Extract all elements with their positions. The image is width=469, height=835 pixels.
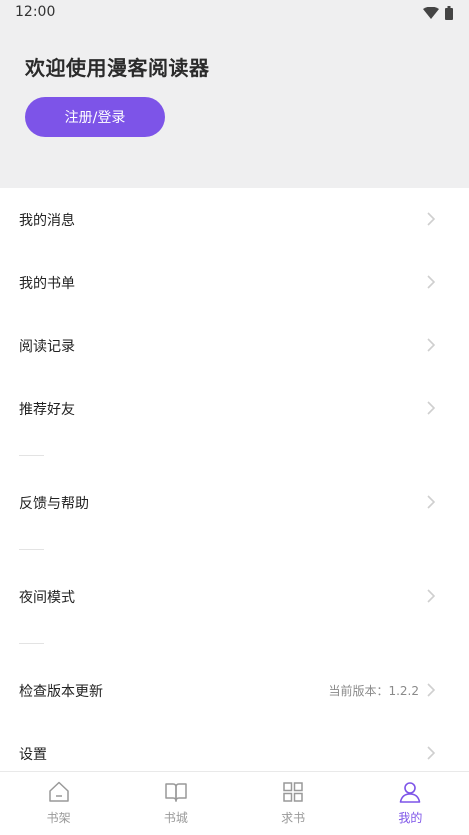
menu-item-recommend-friends[interactable]: 推荐好友 <box>0 377 469 440</box>
menu-item-messages[interactable]: 我的消息 <box>0 188 469 251</box>
divider <box>0 534 469 565</box>
menu-item-reading-history[interactable]: 阅读记录 <box>0 314 469 377</box>
chevron-right-icon <box>427 683 436 697</box>
chevron-right-icon <box>427 495 436 509</box>
tab-label: 求书 <box>281 811 306 825</box>
chevron-right-icon <box>427 338 436 352</box>
status-bar: 12:00 <box>0 0 469 26</box>
menu-item-label: 阅读记录 <box>19 338 75 355</box>
chevron-right-icon <box>427 589 436 603</box>
menu-item-label: 夜间模式 <box>19 589 75 606</box>
menu-item-label: 检查版本更新 <box>19 683 103 700</box>
register-login-button[interactable]: 注册/登录 <box>25 97 165 137</box>
tab-label: 我的 <box>398 811 423 825</box>
menu-item-label: 我的消息 <box>19 212 75 229</box>
profile-header: 欢迎使用漫客阅读器 注册/登录 <box>0 26 469 188</box>
battery-icon <box>445 6 453 20</box>
menu-item-check-update[interactable]: 检查版本更新 当前版本：1.2.2 <box>0 659 469 722</box>
bottom-nav: 书架 书城 求书 我的 <box>0 771 469 835</box>
bookshelf-icon <box>48 781 69 802</box>
status-time: 12:00 <box>15 4 56 20</box>
chevron-right-icon <box>427 746 436 760</box>
current-version-text: 当前版本：1.2.2 <box>328 684 419 698</box>
divider <box>0 440 469 471</box>
menu-item-label: 设置 <box>19 746 47 763</box>
user-icon <box>400 782 421 803</box>
menu-item-label: 推荐好友 <box>19 401 75 418</box>
wifi-icon <box>423 7 439 19</box>
menu-item-feedback-help[interactable]: 反馈与帮助 <box>0 471 469 534</box>
book-open-icon <box>165 783 187 802</box>
welcome-title: 欢迎使用漫客阅读器 <box>25 56 210 80</box>
menu-item-night-mode[interactable]: 夜间模式 <box>0 565 469 628</box>
settings-menu: 我的消息 我的书单 阅读记录 推荐好友 反馈与帮助 夜间模式 检查版本更新 当前… <box>0 188 469 785</box>
tab-bookstore[interactable]: 书城 <box>117 772 234 835</box>
tab-mine[interactable]: 我的 <box>352 772 469 835</box>
tab-request-book[interactable]: 求书 <box>235 772 352 835</box>
status-icons <box>423 6 453 20</box>
divider <box>0 628 469 659</box>
chevron-right-icon <box>427 401 436 415</box>
tab-label: 书架 <box>46 811 71 825</box>
menu-item-booklist[interactable]: 我的书单 <box>0 251 469 314</box>
tab-bookshelf[interactable]: 书架 <box>0 772 117 835</box>
chevron-right-icon <box>427 275 436 289</box>
chevron-right-icon <box>427 212 436 226</box>
menu-item-label: 反馈与帮助 <box>19 495 89 512</box>
menu-item-label: 我的书单 <box>19 275 75 292</box>
tab-label: 书城 <box>163 811 188 825</box>
grid-icon <box>283 782 303 802</box>
